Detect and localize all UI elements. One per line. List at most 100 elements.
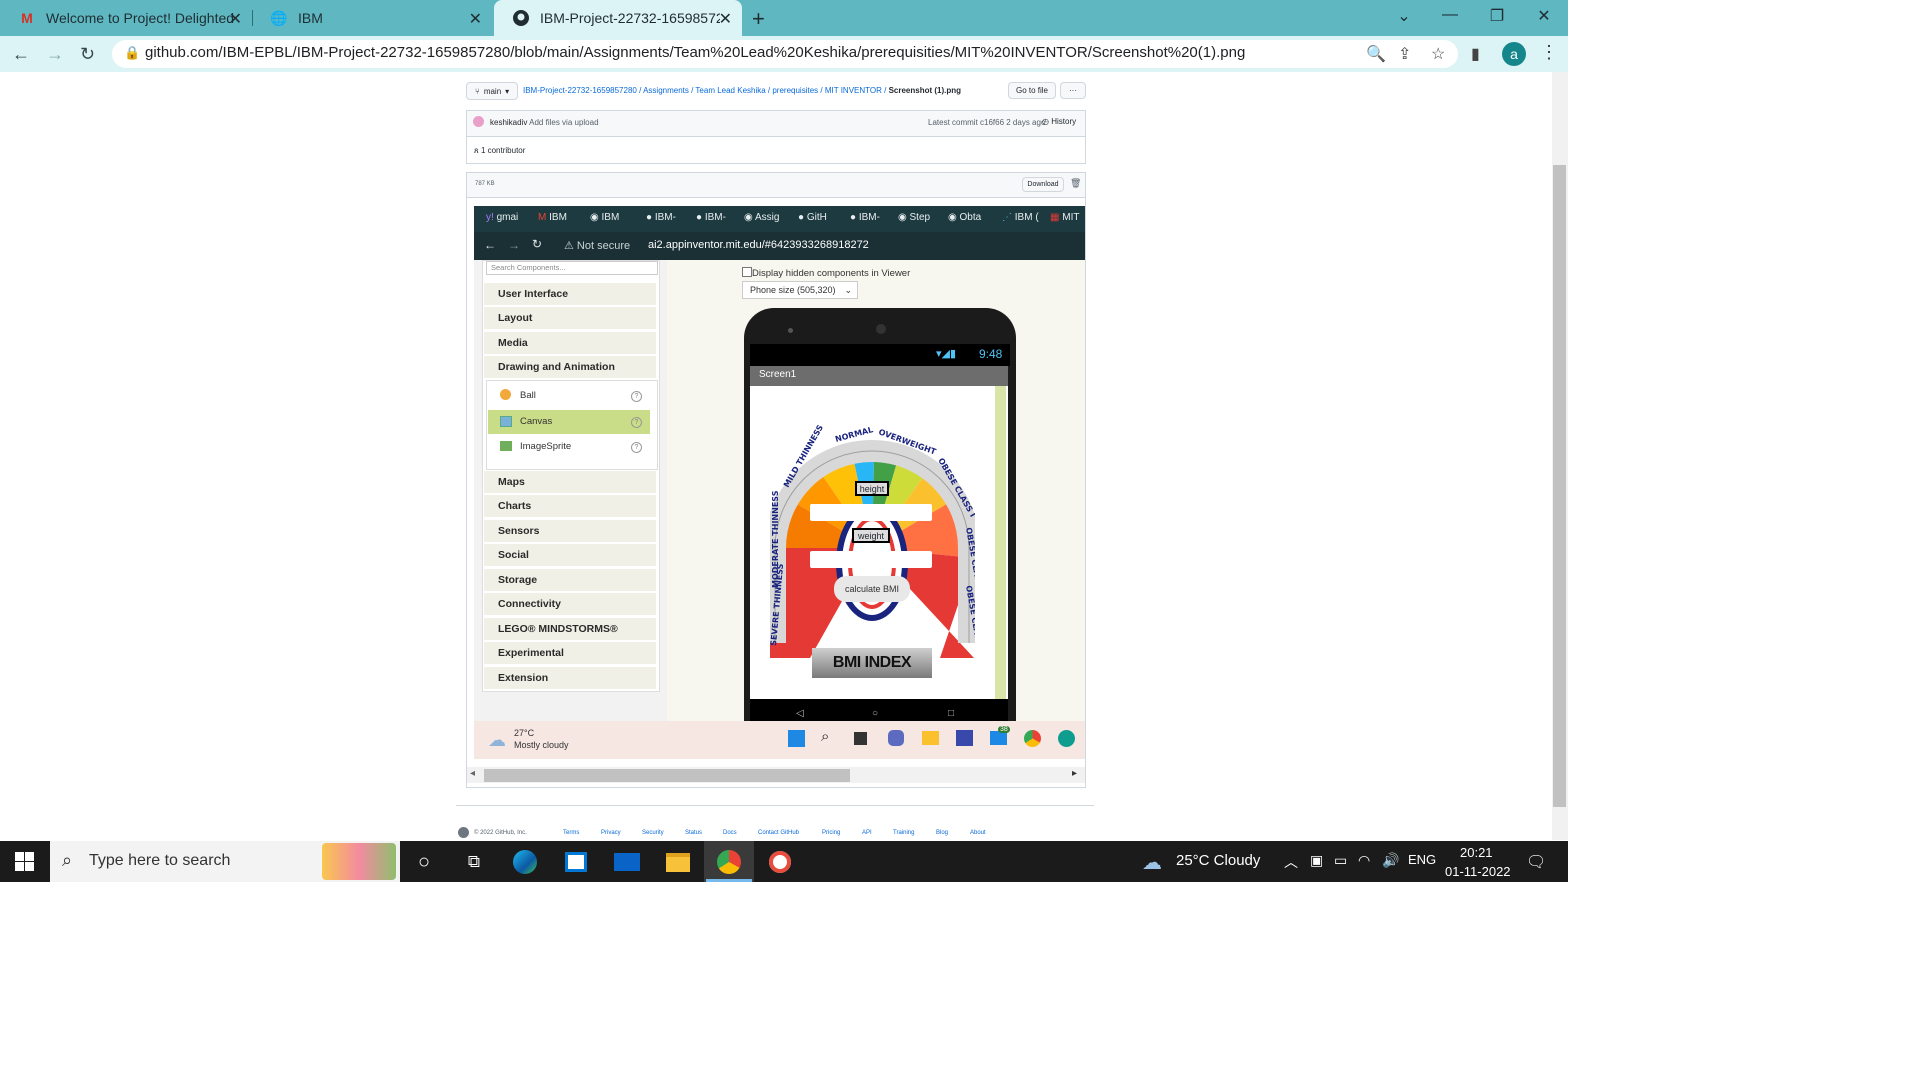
window-close-button[interactable]: ✕ [1524, 6, 1564, 26]
footer-privacy[interactable]: Privacy [601, 830, 621, 836]
checkbox-box [742, 267, 752, 277]
contributors-info[interactable]: ጸ 1 contributor [474, 146, 525, 156]
commit-author[interactable]: keshikadiv [490, 118, 527, 127]
new-tab-button[interactable]: + [752, 6, 765, 32]
footer-pricing[interactable]: Pricing [822, 830, 840, 836]
github-icon [512, 9, 530, 27]
trash-icon[interactable]: 🗑 [1070, 178, 1081, 189]
footer-security[interactable]: Security [642, 830, 664, 836]
footer-blog[interactable]: Blog [936, 830, 948, 836]
shot-edge-icon [1058, 730, 1075, 747]
close-icon[interactable]: ✕ [469, 9, 482, 29]
tab-search-chevron-icon[interactable]: ⌄ [1384, 6, 1424, 26]
windows-start-icon[interactable] [15, 852, 34, 871]
task-view-icon[interactable]: ⧉ [460, 848, 488, 876]
commit-info: keshikadiv Add files via upload [490, 118, 599, 127]
image-scrollbar-thumb[interactable] [484, 769, 850, 782]
shot-tab: ⋰ IBM ( [1002, 212, 1039, 223]
breadcrumb-assignments[interactable]: Assignments [643, 86, 689, 95]
chrome-icon[interactable] [715, 848, 743, 876]
page-scrollbar-thumb[interactable] [1553, 165, 1566, 807]
phone-back-icon: ◁ [796, 708, 804, 719]
footer-contact[interactable]: Contact GitHub [758, 830, 799, 836]
minimize-button[interactable]: — [1430, 6, 1470, 24]
breadcrumb-prerequisites[interactable]: prerequisites [772, 86, 818, 95]
go-to-file-button[interactable]: Go to file [1008, 82, 1056, 99]
footer-api[interactable]: API [862, 830, 872, 836]
close-icon[interactable]: ✕ [229, 9, 242, 29]
download-button[interactable]: Download [1022, 177, 1064, 192]
footer-docs[interactable]: Docs [723, 830, 737, 836]
footer-divider [456, 805, 1094, 806]
profile-avatar[interactable]: a [1502, 42, 1526, 66]
shot-folder-icon [922, 731, 939, 745]
caret-down-icon: ▾ [505, 86, 510, 96]
taskbar-weather[interactable]: 25°C Cloudy [1176, 852, 1260, 869]
shot-tab: ● GitH [798, 212, 827, 223]
close-icon[interactable]: ✕ [719, 9, 732, 29]
footer-about[interactable]: About [970, 830, 986, 836]
category-lego: LEGO® MINDSTORMS® [484, 618, 656, 641]
globe-icon: 🌐 [270, 9, 288, 26]
author-avatar[interactable] [473, 116, 484, 127]
footer-training[interactable]: Training [893, 830, 914, 836]
url-text[interactable]: github.com/IBM-EPBL/IBM-Project-22732-16… [145, 44, 1245, 61]
bookmark-star-icon[interactable]: ☆ [1431, 44, 1445, 64]
tab-title: IBM [298, 10, 323, 26]
battery-icon[interactable]: ▭ [1334, 852, 1347, 869]
footer-terms[interactable]: Terms [563, 830, 579, 836]
latest-commit[interactable]: Latest commit c16f66 2 days ago [928, 118, 1045, 127]
tab-title: IBM-Project-22732-1659857280/ [540, 10, 720, 26]
history-link[interactable]: ◷ History [1042, 117, 1076, 126]
forward-arrow-icon[interactable]: → [46, 44, 64, 65]
clock-date[interactable]: 01-11-2022 [1445, 864, 1511, 879]
volume-icon[interactable]: 🔊 [1382, 852, 1399, 869]
breadcrumb-repo[interactable]: IBM-Project-22732-1659857280 [523, 86, 637, 95]
more-menu-icon[interactable]: ⋮ [1540, 42, 1558, 63]
breadcrumb-filename: Screenshot (1).png [888, 86, 962, 95]
back-arrow-icon[interactable]: ← [12, 44, 30, 65]
tab-gmail[interactable]: M Welcome to Project! Delighted to ✕ [0, 0, 252, 36]
notification-icon[interactable]: 🗨 [1526, 852, 1546, 872]
weather-cloud-icon[interactable]: ☁ [1142, 850, 1162, 875]
wifi-icon[interactable]: ◠ [1358, 852, 1370, 869]
footer-status[interactable]: Status [685, 830, 702, 836]
tab-ibm[interactable]: 🌐 IBM ✕ [252, 0, 492, 36]
zoom-icon[interactable]: 🔍 [1366, 44, 1386, 64]
search-icon: ⌕ [62, 850, 73, 870]
screen-scrollbar [995, 386, 1006, 699]
tab-github[interactable]: IBM-Project-22732-1659857280/ ✕ [494, 0, 742, 36]
meet-now-icon[interactable]: ▣ [1310, 852, 1323, 869]
side-panel-icon[interactable]: ▮ [1471, 44, 1480, 64]
weight-textbox [810, 551, 932, 568]
mail-icon[interactable] [613, 848, 641, 876]
maximize-button[interactable]: ❐ [1477, 6, 1517, 26]
cortana-icon[interactable]: ○ [410, 848, 438, 876]
store-icon[interactable] [562, 848, 590, 876]
breadcrumb-mit-inventor[interactable]: MIT INVENTOR [825, 86, 882, 95]
category-layout: Layout [484, 307, 656, 330]
share-icon[interactable]: ⇪ [1398, 44, 1411, 64]
bmi-index-banner: BMI INDEX [812, 648, 932, 678]
commit-message[interactable]: Add files via upload [529, 118, 598, 127]
category-media: Media [484, 332, 656, 355]
paint-icon[interactable] [766, 848, 794, 876]
breadcrumb-team-lead[interactable]: Team Lead Keshika [695, 86, 765, 95]
scroll-right-icon[interactable]: ▸ [1072, 768, 1077, 779]
more-options-button[interactable]: ··· [1060, 82, 1086, 99]
chevron-up-icon[interactable]: ︿ [1284, 852, 1298, 872]
github-logo-icon[interactable] [458, 827, 469, 838]
lock-icon[interactable]: 🔒 [124, 45, 140, 61]
branch-selector[interactable]: ⑂ main ▾ [466, 82, 518, 100]
file-explorer-icon[interactable] [664, 848, 692, 876]
edge-icon[interactable] [511, 848, 539, 876]
scroll-left-icon[interactable]: ◂ [470, 768, 475, 779]
clock-time[interactable]: 20:21 [1460, 845, 1493, 860]
shot-tab: ● IBM- [850, 212, 880, 223]
phone-status-bar [750, 344, 1010, 366]
language-indicator[interactable]: ENG [1408, 852, 1436, 867]
phone-time: 9:48 [979, 347, 1003, 361]
reload-icon[interactable]: ↻ [80, 44, 95, 65]
shot-url: ai2.appinventor.mit.edu/#642393326891827… [648, 239, 869, 251]
phone-nav-bar [750, 699, 1008, 721]
